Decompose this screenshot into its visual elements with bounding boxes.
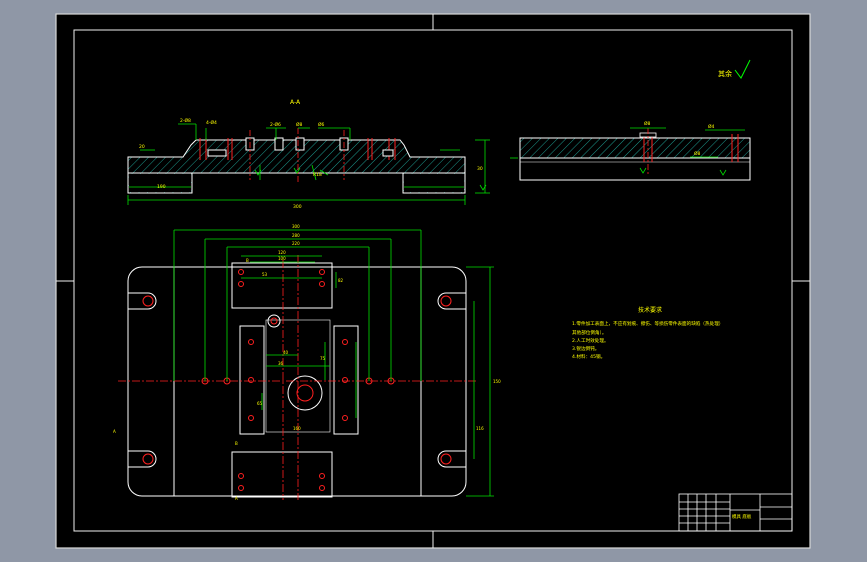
svg-text:116: 116 — [476, 426, 484, 431]
svg-text:其他部位倒角）。: 其他部位倒角）。 — [572, 329, 606, 336]
cad-viewport: 其余 A-A 2-Ø8 4-Ø4 2-Ø6 Ø8 Ø6 190 R18 30 3… — [55, 13, 811, 549]
svg-text:2-Ø8: 2-Ø8 — [180, 117, 191, 124]
svg-text:220: 220 — [292, 241, 300, 246]
svg-text:其余: 其余 — [718, 69, 732, 78]
svg-text:Ø8: Ø8 — [296, 121, 303, 128]
svg-text:3.锐边倒钝。: 3.锐边倒钝。 — [572, 345, 599, 352]
side-hatched-plate — [519, 137, 751, 159]
svg-text:Ø6: Ø6 — [318, 121, 325, 128]
svg-text:A: A — [235, 496, 238, 501]
svg-text:40: 40 — [283, 350, 289, 355]
svg-text:1.零件加工表面上，不应有划痕、擦伤、等损伤零件表面的缺陷（: 1.零件加工表面上，不应有划痕、擦伤、等损伤零件表面的缺陷（热处理） — [572, 320, 723, 327]
svg-text:Ø8: Ø8 — [644, 120, 651, 127]
svg-text:A: A — [113, 429, 116, 434]
svg-text:Ø4: Ø4 — [708, 123, 715, 130]
svg-text:300: 300 — [292, 224, 300, 229]
svg-text:2-Ø6: 2-Ø6 — [270, 121, 281, 128]
svg-text:B: B — [235, 441, 238, 446]
svg-text:技术要求: 技术要求 — [638, 306, 662, 314]
svg-text:120: 120 — [278, 250, 286, 255]
svg-text:30: 30 — [477, 166, 483, 172]
svg-text:100: 100 — [278, 256, 286, 261]
svg-text:160: 160 — [293, 426, 301, 431]
svg-text:53: 53 — [262, 272, 268, 277]
svg-text:2.人工时效处理。: 2.人工时效处理。 — [572, 337, 609, 344]
svg-text:B: B — [246, 258, 249, 263]
drawing-sheet — [55, 13, 811, 549]
svg-text:280: 280 — [292, 233, 300, 238]
svg-text:75: 75 — [320, 356, 326, 361]
svg-text:4.材料：45钢。: 4.材料：45钢。 — [572, 353, 605, 360]
title-block-label: 模具 底板 — [732, 513, 752, 520]
svg-text:150: 150 — [493, 379, 501, 384]
svg-text:82: 82 — [338, 278, 344, 283]
section-title: A-A — [290, 99, 301, 106]
svg-text:36: 36 — [278, 361, 284, 366]
svg-text:300: 300 — [293, 204, 302, 210]
svg-text:65: 65 — [257, 401, 263, 406]
svg-text:R18: R18 — [313, 172, 322, 178]
svg-text:190: 190 — [157, 184, 166, 190]
svg-text:20: 20 — [139, 144, 145, 150]
svg-text:Ø8: Ø8 — [694, 150, 701, 157]
svg-text:4-Ø4: 4-Ø4 — [206, 119, 217, 126]
